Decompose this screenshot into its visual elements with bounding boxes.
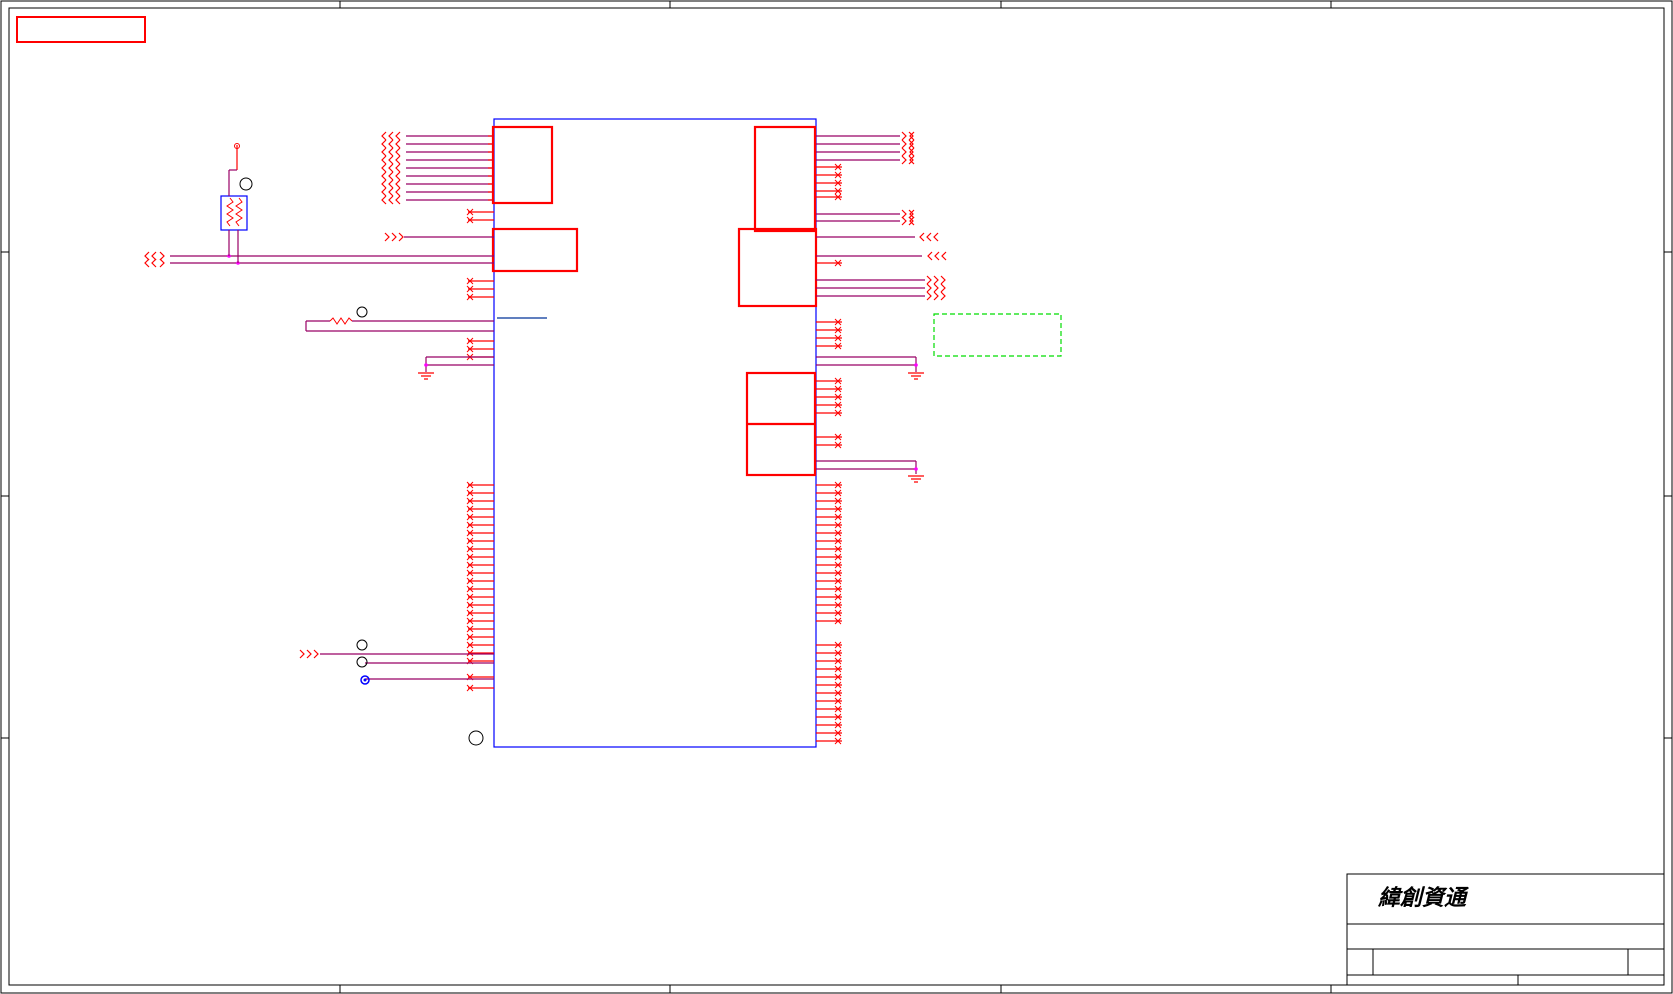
- generated-symbols: [144, 131, 947, 746]
- chevron-arrow-icon: [933, 232, 939, 242]
- test-point-icon: [356, 306, 368, 318]
- chevron-arrow-icon: [940, 291, 946, 301]
- chevron-arrow-icon: [313, 649, 319, 659]
- sheet-label-box: [16, 16, 146, 43]
- company-name: 緯創資通: [1377, 885, 1470, 911]
- chevron-arrow-icon: [940, 283, 946, 293]
- chevron-arrow-icon: [395, 131, 401, 141]
- ground-icon: [418, 372, 434, 380]
- chevron-arrow-icon: [388, 171, 394, 181]
- chevron-arrow-icon: [901, 147, 907, 157]
- chevron-arrow-icon: [926, 291, 932, 301]
- ground-icon: [908, 475, 924, 483]
- chevron-arrow-icon: [398, 232, 404, 242]
- chevron-arrow-icon: [381, 187, 387, 197]
- chevron-arrow-icon: [388, 139, 394, 149]
- chevron-arrow-icon: [388, 163, 394, 173]
- chevron-arrow-icon: [151, 258, 157, 268]
- test-point-icon: [356, 639, 368, 651]
- chevron-arrow-icon: [941, 251, 947, 261]
- pin-group-highlights: [491, 125, 818, 477]
- chevron-arrow-icon: [901, 155, 907, 165]
- chevron-arrow-icon: [395, 171, 401, 181]
- chevron-arrow-icon: [395, 195, 401, 205]
- chevron-arrow-icon: [388, 195, 394, 205]
- chevron-arrow-icon: [388, 187, 394, 197]
- net-node: [914, 467, 918, 471]
- chevron-arrow-icon: [395, 163, 401, 173]
- chevron-arrow-icon: [940, 275, 946, 285]
- resistor-array-icon: [220, 195, 248, 231]
- ground-icon: [908, 372, 924, 380]
- test-point-icon: [363, 678, 367, 682]
- chevron-arrow-icon: [381, 163, 387, 173]
- chevron-arrow-icon: [395, 155, 401, 165]
- chevron-arrow-icon: [381, 147, 387, 157]
- chevron-arrow-icon: [926, 232, 932, 242]
- chevron-arrow-icon: [388, 179, 394, 189]
- chevron-arrow-icon: [927, 251, 933, 261]
- net-node: [914, 363, 918, 367]
- chevron-arrow-icon: [395, 179, 401, 189]
- chevron-arrow-icon: [395, 187, 401, 197]
- drawing-frame: [0, 0, 1673, 994]
- chevron-arrow-icon: [144, 258, 150, 268]
- chevron-arrow-icon: [381, 179, 387, 189]
- test-point-icon: [468, 730, 484, 746]
- chevron-arrow-icon: [381, 131, 387, 141]
- chevron-arrow-icon: [381, 155, 387, 165]
- chevron-arrow-icon: [391, 232, 397, 242]
- schematic-sheet: 緯創資通: [0, 0, 1673, 994]
- chevron-arrow-icon: [388, 147, 394, 157]
- chevron-arrow-icon: [395, 139, 401, 149]
- ic-body: [493, 118, 817, 748]
- chevron-arrow-icon: [919, 232, 925, 242]
- chevron-arrow-icon: [901, 131, 907, 141]
- chevron-arrow-icon: [901, 139, 907, 149]
- chevron-arrow-icon: [306, 649, 312, 659]
- chevron-arrow-icon: [381, 171, 387, 181]
- chevron-arrow-icon: [933, 275, 939, 285]
- chevron-arrow-icon: [926, 283, 932, 293]
- test-point-icon: [356, 656, 368, 668]
- chevron-arrow-icon: [381, 139, 387, 149]
- chevron-arrow-icon: [381, 195, 387, 205]
- chevron-arrow-icon: [933, 291, 939, 301]
- chevron-arrow-icon: [395, 147, 401, 157]
- chevron-arrow-icon: [926, 275, 932, 285]
- resistor-icon: [226, 197, 234, 227]
- test-point-icon: [239, 177, 253, 191]
- chevron-arrow-icon: [933, 283, 939, 293]
- net-node: [424, 363, 428, 367]
- chevron-arrow-icon: [384, 232, 390, 242]
- note-box: [933, 313, 1062, 357]
- chevron-arrow-icon: [388, 155, 394, 165]
- chevron-arrow-icon: [299, 649, 305, 659]
- chevron-arrow-icon: [901, 216, 907, 226]
- chevron-arrow-icon: [388, 131, 394, 141]
- resistor-icon: [235, 197, 243, 227]
- chevron-arrow-icon: [159, 258, 165, 268]
- chevron-arrow-icon: [934, 251, 940, 261]
- resistor-icon: [329, 317, 353, 325]
